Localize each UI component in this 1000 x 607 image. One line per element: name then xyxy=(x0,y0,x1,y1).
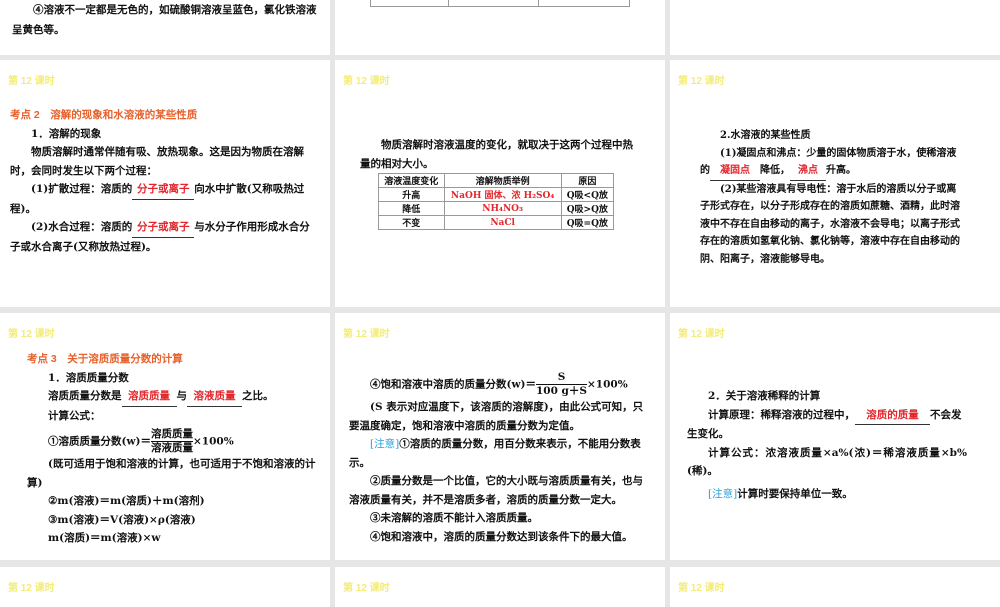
partial-table xyxy=(370,0,630,7)
text: (1)扩散过程：溶质的 xyxy=(31,183,133,195)
temperature-table: 溶液温度变化 溶解物质举例 原因 升高 NaOH 固体、浓 H₂SO₄ Q吸<Q放 降低… xyxy=(378,173,615,230)
text: 降低， xyxy=(760,165,790,176)
slide-text: ④溶液不一定都是无色的，如硫酸铜溶液呈蓝色，氯化铁溶液呈黄色等。 xyxy=(12,4,317,36)
formula: ×100% xyxy=(192,435,234,448)
text: 溶质质量分数是 xyxy=(48,390,122,402)
formula: ④饱和溶液中溶质的质量分数(w)＝ xyxy=(370,378,536,391)
answer-blank: 溶质的质量 xyxy=(855,406,930,425)
denominator: 溶液质量 xyxy=(150,442,193,454)
slide-header: 第 12 课时 xyxy=(678,329,725,340)
slide-header: 第 12 课时 xyxy=(8,329,55,340)
slide-solution-properties: 第 12 课时 2.水溶液的某些性质 (1)凝固点和沸点：少量的固体物质溶于水，… xyxy=(670,60,1000,307)
cell: NH₄NO₃ xyxy=(443,201,562,216)
formula: 计算公式：浓溶液质量×a%(浓)＝稀溶液质量×b%(稀)。 xyxy=(687,446,967,478)
slide-header: 第 12 课时 xyxy=(678,583,725,594)
cell: Q吸>Q放 xyxy=(560,201,615,216)
answer-blank: 凝固点 xyxy=(710,162,760,181)
formula: ③m(溶液)＝V(溶液)×ρ(溶液) xyxy=(48,513,196,526)
cell: 升高 xyxy=(378,187,445,202)
text: 与 xyxy=(176,390,188,402)
table-row: 降低 NH₄NO₃ Q吸>Q放 xyxy=(378,201,615,216)
answer-blank: 分子或离子 xyxy=(132,218,195,238)
header-cell: 溶解物质举例 xyxy=(443,173,562,188)
paragraph: 物质溶解时溶液温度的变化，就取决于这两个过程中热量的相对大小。 xyxy=(360,139,633,170)
answer-blank: 溶质质量 xyxy=(121,387,177,407)
text: (2)水合过程：溶质的 xyxy=(31,221,133,233)
slide-bottom-right: 第 12 课时 xyxy=(670,567,1000,607)
slide-header: 第 12 课时 xyxy=(678,76,725,87)
slide-header: 第 12 课时 xyxy=(8,76,55,87)
note-label: [注意] xyxy=(708,487,738,500)
paragraph: 物质溶解时通常伴随有吸、放热现象。这是因为物质在溶解时，会同时发生以下两个过程： xyxy=(10,146,304,177)
text: 计算公式： xyxy=(48,409,101,422)
text: 计算时要保持单位一致。 xyxy=(737,487,853,500)
table-row: 不变 NaCl Q吸=Q放 xyxy=(378,215,615,230)
subheading: 1．溶质质量分数 xyxy=(48,371,129,384)
slide-saturated-fraction: 第 12 课时 ④饱和溶液中溶质的质量分数(w)＝ S 100 g＋S ×100% (… xyxy=(335,313,665,560)
paragraph: (S 表示对应温度下，该溶质的溶解度)，由此公式可知，只要温度确定，饱和溶液中溶… xyxy=(349,401,644,432)
cell: NaCl xyxy=(443,215,562,230)
formula: ①溶质质量分数(w)＝ xyxy=(48,435,151,448)
cell: Q吸=Q放 xyxy=(560,215,615,230)
subheading: 1．溶解的现象 xyxy=(31,127,102,140)
numerator: 溶质质量 xyxy=(150,428,193,442)
slide-mass-fraction: 第 12 课时 考点 3 关于溶质质量分数的计算 1．溶质质量分数 溶质质量分数… xyxy=(0,313,330,560)
answer-blank: 沸点 xyxy=(790,162,826,181)
slide-header: 第 12 课时 xyxy=(343,76,390,87)
slide-header: 第 12 课时 xyxy=(8,583,55,594)
header-cell: 原因 xyxy=(560,173,615,188)
paragraph: (既可适用于饱和溶液的计算，也可适用于不饱和溶液的计算) xyxy=(27,458,316,489)
slide-top-left: ④溶液不一定都是无色的，如硫酸铜溶液呈蓝色，氯化铁溶液呈黄色等。 xyxy=(0,0,330,55)
paragraph: (2)某些溶液具有导电性：溶于水后的溶质以分子或离子形式存在，以分子形成存在的溶… xyxy=(700,183,960,265)
slide-bottom-left: 第 12 课时 xyxy=(0,567,330,607)
subheading: 2.水溶液的某些性质 xyxy=(720,130,811,141)
fraction: 溶质质量 溶液质量 xyxy=(150,428,193,455)
formula: ×100% xyxy=(586,378,628,391)
text: 计算原理：稀释溶液的过程中， xyxy=(708,408,855,421)
subheading: 2．关于溶液稀释的计算 xyxy=(708,390,821,402)
cell: NaOH 固体、浓 H₂SO₄ xyxy=(443,187,562,202)
text: 升高。 xyxy=(826,165,856,176)
slide-dilution: 第 12 课时 2．关于溶液稀释的计算 计算原理：稀释溶液的过程中， 溶质的质量不… xyxy=(670,313,1000,560)
header-cell: 溶液温度变化 xyxy=(378,173,445,188)
slide-bottom-center: 第 12 课时 xyxy=(335,567,665,607)
formula: m(溶质)＝m(溶液)×w xyxy=(48,532,161,544)
section-title: 考点 3 关于溶质质量分数的计算 xyxy=(27,353,183,365)
slide-top-center xyxy=(335,0,665,55)
table-row: 升高 NaOH 固体、浓 H₂SO₄ Q吸<Q放 xyxy=(378,187,615,202)
fraction: S 100 g＋S xyxy=(535,371,587,398)
cell: 不变 xyxy=(378,215,445,230)
slide-header: 第 12 课时 xyxy=(343,329,390,340)
text: ②质量分数是一个比值，它的大小既与溶质质量有关，也与溶液质量有关，并不是溶质多者… xyxy=(349,475,643,506)
answer-blank: 分子或离子 xyxy=(132,180,195,200)
denominator: 100 g＋S xyxy=(535,385,587,397)
text: ④饱和溶液中，溶质的质量分数达到该条件下的最大值。 xyxy=(370,530,633,543)
cell: 降低 xyxy=(378,201,445,216)
note-label: [注意] xyxy=(370,438,400,450)
cell: Q吸<Q放 xyxy=(560,187,615,202)
slide-top-right xyxy=(670,0,1000,55)
numerator: S xyxy=(535,371,587,385)
slide-header: 第 12 课时 xyxy=(343,583,390,594)
answer-blank: 溶液质量 xyxy=(187,387,242,407)
slide-temperature: 第 12 课时 物质溶解时溶液温度的变化，就取决于这两个过程中热量的相对大小。 … xyxy=(335,60,665,307)
slide-dissolution: 第 12 课时 考点 2 溶解的现象和水溶液的某些性质 1．溶解的现象 物质溶解… xyxy=(0,60,330,307)
text: 之比。 xyxy=(242,390,274,402)
text: ③未溶解的溶质不能计入溶质质量。 xyxy=(370,512,538,524)
section-title: 考点 2 溶解的现象和水溶液的某些性质 xyxy=(10,109,198,121)
formula: ②m(溶液)＝m(溶质)＋m(溶剂) xyxy=(48,495,205,507)
